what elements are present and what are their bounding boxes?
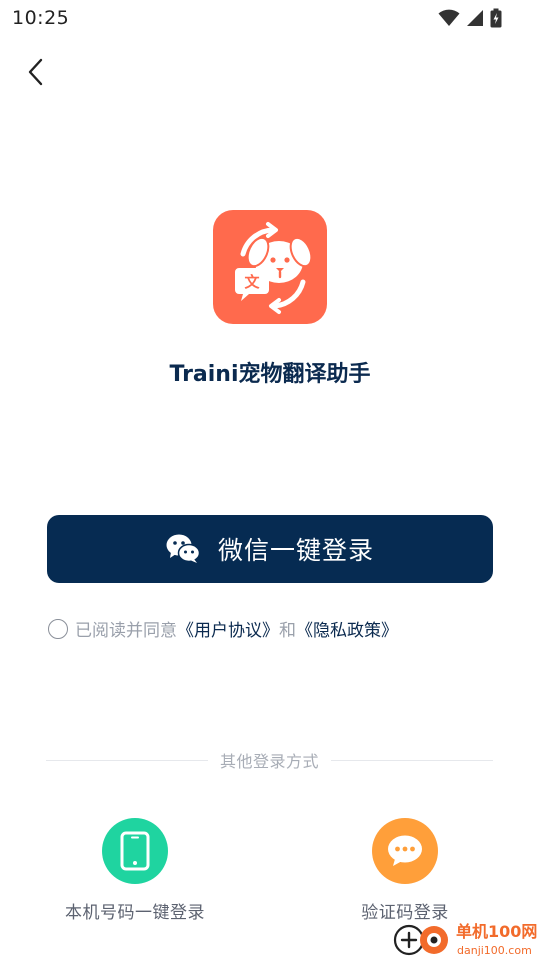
agree-prefix: 已阅读并同意 [75,621,177,641]
wechat-icon [166,534,200,563]
wechat-login-label: 微信一键登录 [217,536,374,565]
app-name: Traini宠物翻译助手 [169,362,371,387]
phone-login-label: 本机号码一键登录 [65,903,205,923]
app-logo: 文 [213,210,327,324]
back-button[interactable] [18,54,54,90]
user-agreement-link[interactable]: 《用户协议》 [177,616,279,641]
signal-icon [467,10,483,26]
login-page: 10:25 文 Traini宠物翻译助手 微信一键登录 已阅读并同意 《用户协议… [0,0,540,960]
sms-login-circle [372,818,438,884]
phone-icon [120,831,150,871]
agree-and: 和 [279,621,296,641]
logo-glyph: 文 [244,273,260,291]
other-login-divider: 其他登录方式 [46,748,494,772]
message-icon [388,835,422,866]
status-icons [438,8,502,28]
phone-login-circle [102,818,168,884]
watermark-logo: 单机100网 danji100.com [393,922,537,957]
wifi-icon [438,9,460,26]
watermark-url: danji100.com [457,944,532,957]
sms-login-button[interactable]: 验证码登录 [315,818,495,923]
watermark-brand: 单机100网 [456,922,537,941]
divider-line-right [331,759,494,761]
agree-radio[interactable] [48,618,68,639]
chevron-left-icon [28,58,43,86]
agreement-row: 已阅读并同意 《用户协议》 和 《隐私政策》 [48,616,398,641]
battery-icon [490,8,502,28]
privacy-policy-link[interactable]: 《隐私政策》 [296,616,398,641]
status-time: 10:25 [12,7,70,29]
wechat-login-button[interactable]: 微信一键登录 [47,515,493,583]
other-login-label: 其他登录方式 [220,752,320,771]
status-bar: 10:25 [0,0,540,36]
phone-login-button[interactable]: 本机号码一键登录 [45,818,225,923]
divider-line-left [46,759,208,761]
dog-translate-icon: 文 [235,222,313,314]
